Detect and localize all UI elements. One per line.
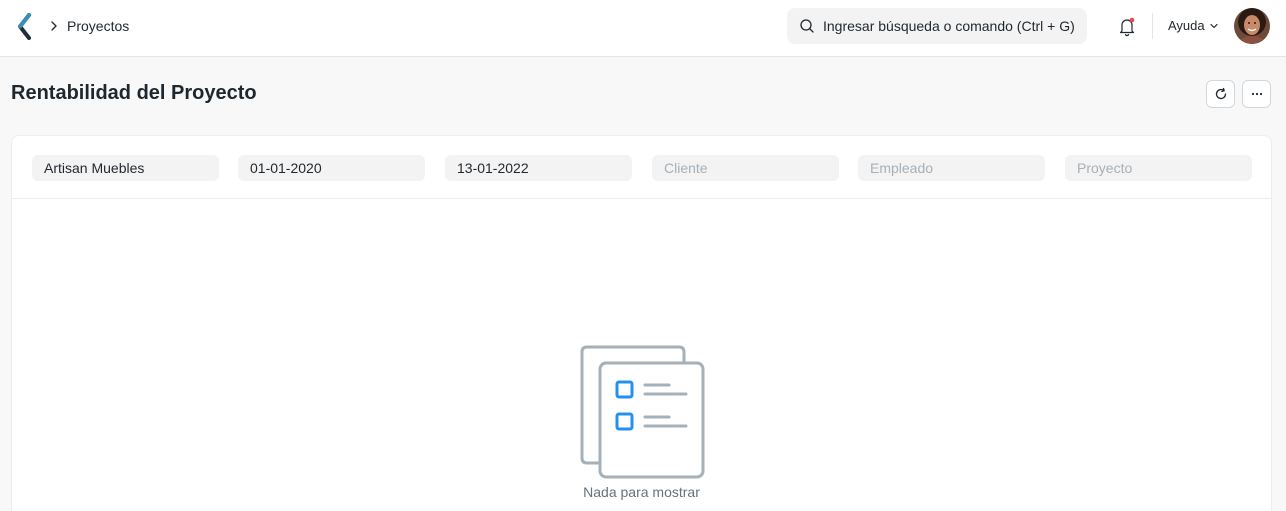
refresh-button[interactable] bbox=[1206, 80, 1235, 108]
search-input[interactable]: Ingresar búsqueda o comando (Ctrl + G) bbox=[787, 8, 1087, 44]
help-label: Ayuda bbox=[1168, 18, 1205, 33]
search-placeholder: Ingresar búsqueda o comando (Ctrl + G) bbox=[823, 18, 1075, 34]
refresh-icon bbox=[1215, 87, 1226, 100]
customer-filter[interactable]: Cliente bbox=[652, 155, 839, 181]
company-filter[interactable]: Artisan Muebles bbox=[32, 155, 219, 181]
chevron-right-icon bbox=[51, 21, 57, 31]
navbar: Proyectos Ingresar búsqueda o comando (C… bbox=[0, 0, 1286, 57]
project-filter[interactable]: Proyecto bbox=[1065, 155, 1252, 181]
bell-icon[interactable] bbox=[1117, 16, 1137, 38]
breadcrumb-projects[interactable]: Proyectos bbox=[67, 17, 129, 35]
more-actions-button[interactable] bbox=[1242, 80, 1271, 108]
search-icon bbox=[800, 19, 814, 33]
navbar-divider bbox=[1152, 13, 1153, 39]
app-logo[interactable] bbox=[16, 13, 32, 40]
page-title: Rentabilidad del Proyecto bbox=[11, 82, 257, 104]
employee-filter[interactable]: Empleado bbox=[858, 155, 1045, 181]
from-date-filter[interactable]: 01-01-2020 bbox=[238, 155, 425, 181]
to-date-filter[interactable]: 13-01-2022 bbox=[445, 155, 632, 181]
empty-state-message: Nada para mostrar bbox=[583, 484, 700, 500]
report-card: Artisan Muebles 01-01-2020 13-01-2022 Cl… bbox=[11, 135, 1272, 511]
chevron-down-icon bbox=[1210, 23, 1218, 29]
help-dropdown[interactable]: Ayuda bbox=[1168, 18, 1219, 34]
more-icon bbox=[1251, 92, 1262, 96]
empty-list-icon bbox=[580, 345, 705, 479]
avatar[interactable] bbox=[1234, 8, 1270, 44]
filter-bar: Artisan Muebles 01-01-2020 13-01-2022 Cl… bbox=[12, 136, 1271, 199]
